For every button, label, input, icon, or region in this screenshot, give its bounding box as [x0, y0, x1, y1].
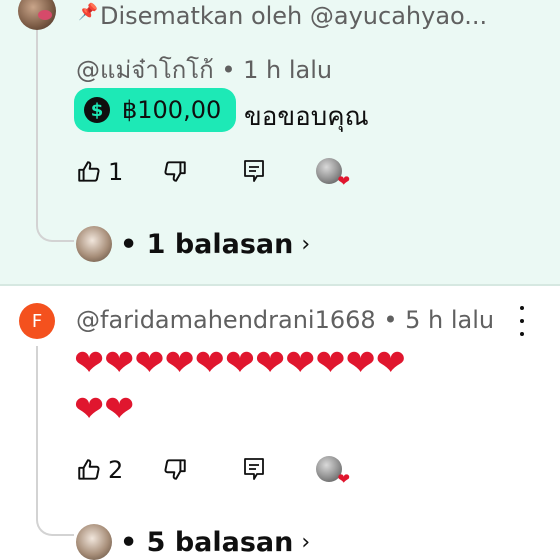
reply-button[interactable] — [242, 158, 266, 184]
comment-meta: @แม่จ๋าโกโก้ • 1 h lalu — [76, 50, 332, 89]
thumbs-down-icon — [164, 459, 186, 480]
thread-line — [36, 30, 74, 242]
reply-count: • 5 balasan — [120, 526, 294, 558]
heart-icon: ❤ — [337, 172, 350, 190]
creator-heart-avatar: ❤ — [316, 456, 350, 488]
dislike-button[interactable] — [162, 158, 188, 184]
reply-avatar — [76, 226, 112, 262]
reply-avatar — [76, 524, 112, 560]
reply-button[interactable] — [242, 456, 266, 482]
creator-heart-avatar: ❤ — [316, 158, 350, 190]
pinned-comment: 📌 Disematkan oleh @ayucahyao... @แม่จ๋าโ… — [0, 0, 560, 284]
like-button[interactable]: 2 — [76, 456, 123, 484]
avatar[interactable]: F — [19, 303, 55, 339]
comment-handle[interactable]: @แม่จ๋าโกโก้ — [76, 56, 214, 84]
comment-time: • 1 h lalu — [221, 56, 333, 84]
like-count: 1 — [108, 158, 124, 186]
pin-icon: 📌 — [78, 2, 98, 21]
thumbs-up-icon — [78, 459, 100, 480]
super-thanks-badge: $ ฿100,00 — [74, 88, 236, 132]
like-count: 2 — [108, 456, 124, 484]
like-button[interactable]: 1 — [76, 158, 123, 186]
more-options-icon[interactable] — [514, 306, 530, 336]
pinned-by-label: Disematkan oleh @ayucahyao... — [100, 2, 488, 30]
thread-line — [36, 346, 74, 536]
view-replies-button[interactable]: • 5 balasan › — [76, 524, 310, 560]
comment-text-line-1: ❤❤❤❤❤❤❤❤❤❤❤ — [74, 343, 406, 384]
reply-count: • 1 balasan — [120, 228, 294, 260]
heart-icon: ❤ — [337, 470, 350, 488]
comment-handle[interactable]: @faridamahendrani1668 — [76, 306, 376, 334]
comment-divider — [0, 284, 560, 286]
comment-text-line-2: ❤❤ — [74, 389, 135, 430]
chevron-right-icon: › — [301, 231, 311, 257]
flower-decoration — [38, 10, 52, 20]
comment-icon — [244, 458, 264, 480]
dislike-button[interactable] — [162, 456, 188, 482]
avatar[interactable] — [18, 0, 56, 30]
comment-icon — [244, 160, 264, 182]
thumbs-down-icon — [164, 161, 186, 182]
super-thanks-amount: ฿100,00 — [122, 96, 222, 124]
comment-time: • 5 h lalu — [383, 306, 495, 334]
dollar-heart-icon: $ — [84, 97, 110, 123]
comment-meta: @faridamahendrani1668 • 5 h lalu — [76, 306, 494, 334]
chevron-right-icon: › — [301, 529, 311, 555]
thumbs-up-icon — [78, 161, 100, 182]
comment-text: ขอขอบคุณ — [244, 102, 369, 132]
view-replies-button[interactable]: • 1 balasan › — [76, 226, 310, 262]
